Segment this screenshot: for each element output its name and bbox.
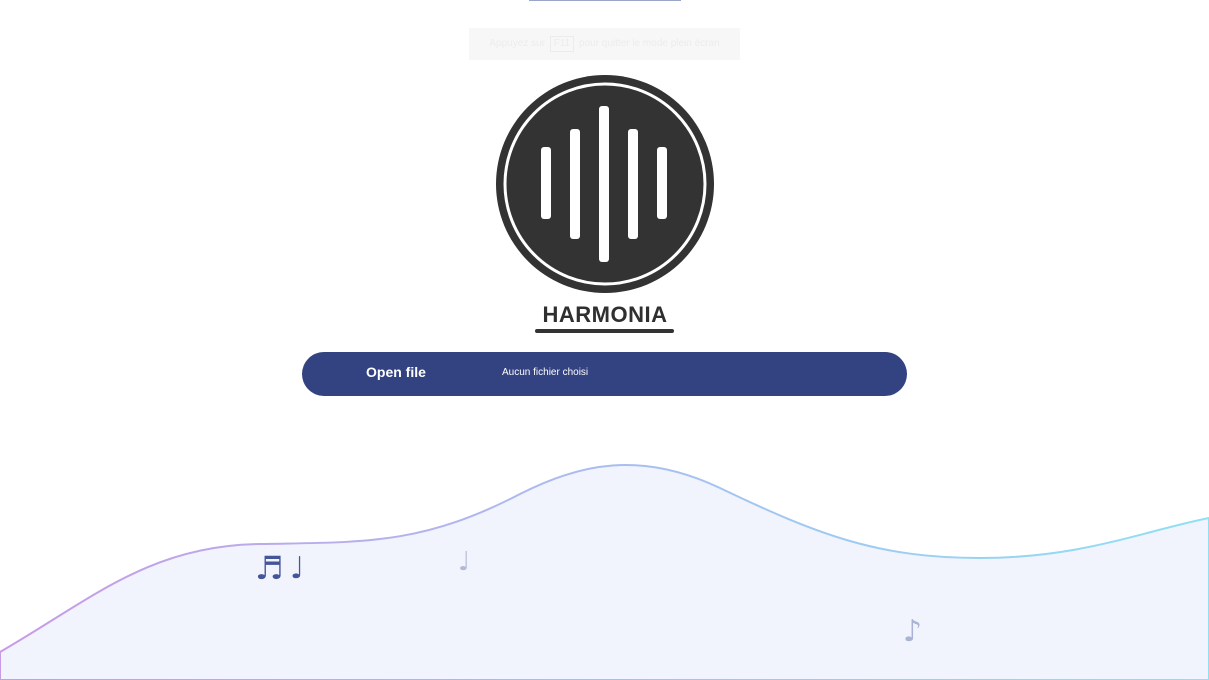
brand-underline: [535, 329, 674, 333]
brand-title: HARMONIA: [542, 302, 668, 327]
harmonia-logo-icon: [496, 75, 714, 293]
app-screen: Appuyez sur F11 pour quitter le mode ple…: [0, 0, 1209, 680]
fullscreen-notice-before: Appuyez sur: [489, 38, 545, 49]
music-note-icon: ♩: [290, 551, 305, 586]
open-file-button[interactable]: Open file: [366, 352, 426, 396]
music-note-icon: ♩: [458, 547, 471, 577]
fullscreen-notice: Appuyez sur F11 pour quitter le mode ple…: [469, 28, 740, 60]
file-status: Aucun fichier choisi: [502, 367, 589, 378]
fullscreen-notice-key: F11: [549, 36, 575, 52]
music-note-icon: ♪: [903, 614, 923, 649]
decorative-wave: [0, 464, 1209, 680]
fullscreen-notice-after: pour quitter le mode plein écran: [579, 38, 720, 49]
music-note-icon: ♬: [255, 549, 284, 587]
file-input[interactable]: Open file Aucun fichier choisi: [302, 352, 907, 396]
top-divider: [529, 0, 681, 1]
